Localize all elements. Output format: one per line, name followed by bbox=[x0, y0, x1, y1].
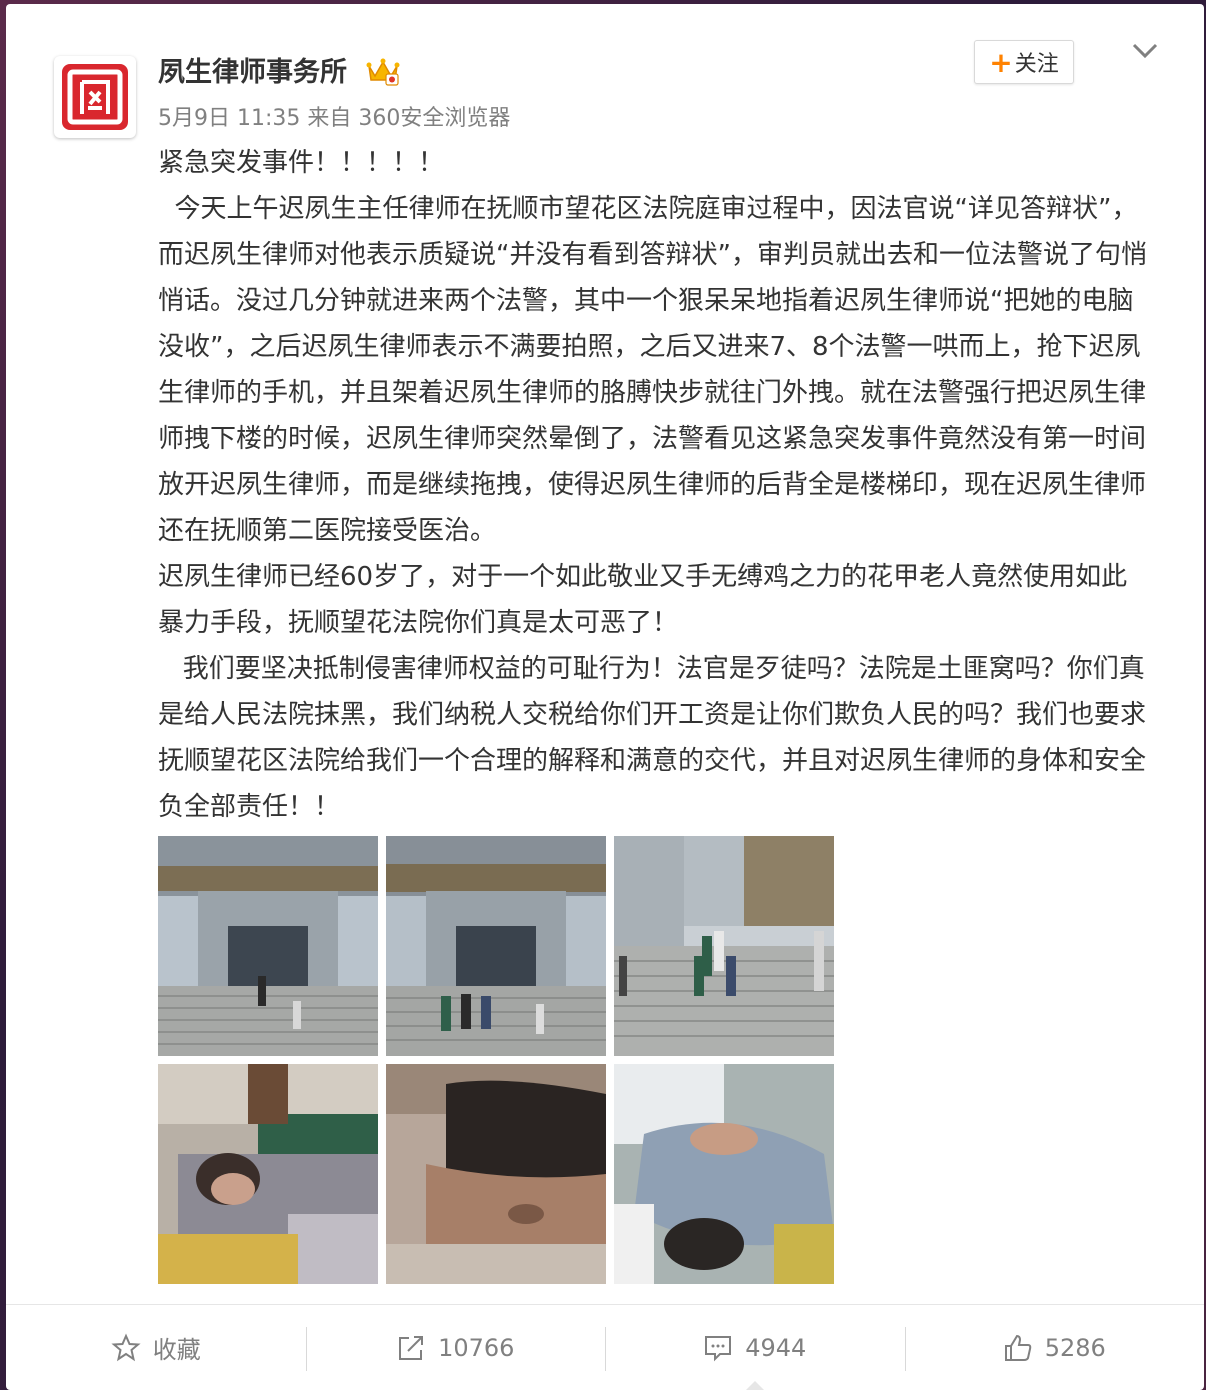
like-button[interactable]: 5286 bbox=[904, 1305, 1205, 1390]
follow-button[interactable]: + 关注 bbox=[974, 40, 1074, 84]
repost-count: 10766 bbox=[438, 1333, 515, 1362]
post-paragraph: 迟夙生律师已经60岁了，对于一个如此敬业又手无缚鸡之力的花甲老人竟然使用如此暴力… bbox=[158, 562, 1128, 638]
back-injury-photo[interactable] bbox=[386, 1064, 606, 1284]
favorite-button[interactable]: 收藏 bbox=[6, 1305, 306, 1390]
post-meta: 5月9日 11:35 来自 360安全浏览器 bbox=[158, 106, 511, 131]
brand-logo-icon bbox=[62, 64, 128, 130]
patient-examination-photo[interactable] bbox=[614, 1064, 834, 1284]
username[interactable]: 夙生律师事务所 bbox=[158, 50, 347, 89]
court-stairs-photo[interactable] bbox=[614, 836, 834, 1056]
plus-icon: + bbox=[989, 45, 1013, 79]
follow-label: 关注 bbox=[1014, 52, 1059, 77]
avatar[interactable] bbox=[54, 56, 136, 138]
post-paragraph: 今天上午迟夙生主任律师在抚顺市望花区法院庭审过程中，因法官说“详见答辩状”，而迟… bbox=[158, 194, 1147, 546]
vip-crown-icon[interactable] bbox=[366, 56, 400, 86]
court-building-photo-1[interactable] bbox=[158, 836, 378, 1056]
post-paragraph: 我们要坚决抵制侵害律师权益的可耻行为！法官是歹徒吗？法院是土匪窝吗？你们真是给人… bbox=[158, 654, 1147, 822]
action-bar: 收藏 10766 4944 5286 bbox=[6, 1304, 1204, 1390]
post-content: 紧急突发事件！！！！！ 今天上午迟夙生主任律师在抚顺市望花区法院庭审过程中，因法… bbox=[158, 140, 1150, 830]
comment-count: 4944 bbox=[745, 1333, 807, 1362]
post-paragraph: 紧急突发事件！！！！！ bbox=[158, 148, 445, 178]
star-icon bbox=[111, 1333, 141, 1361]
comment-button[interactable]: 4944 bbox=[605, 1305, 905, 1390]
court-building-photo-2[interactable] bbox=[386, 836, 606, 1056]
like-count: 5286 bbox=[1044, 1333, 1106, 1362]
comment-icon bbox=[705, 1335, 732, 1361]
chevron-down-icon[interactable] bbox=[1130, 40, 1160, 62]
repost-button[interactable]: 10766 bbox=[305, 1305, 606, 1390]
hospital-bed-photo[interactable] bbox=[158, 1064, 378, 1284]
favorite-label: 收藏 bbox=[152, 1336, 201, 1364]
share-icon bbox=[399, 1335, 424, 1360]
thumbs-up-icon bbox=[1004, 1334, 1031, 1361]
